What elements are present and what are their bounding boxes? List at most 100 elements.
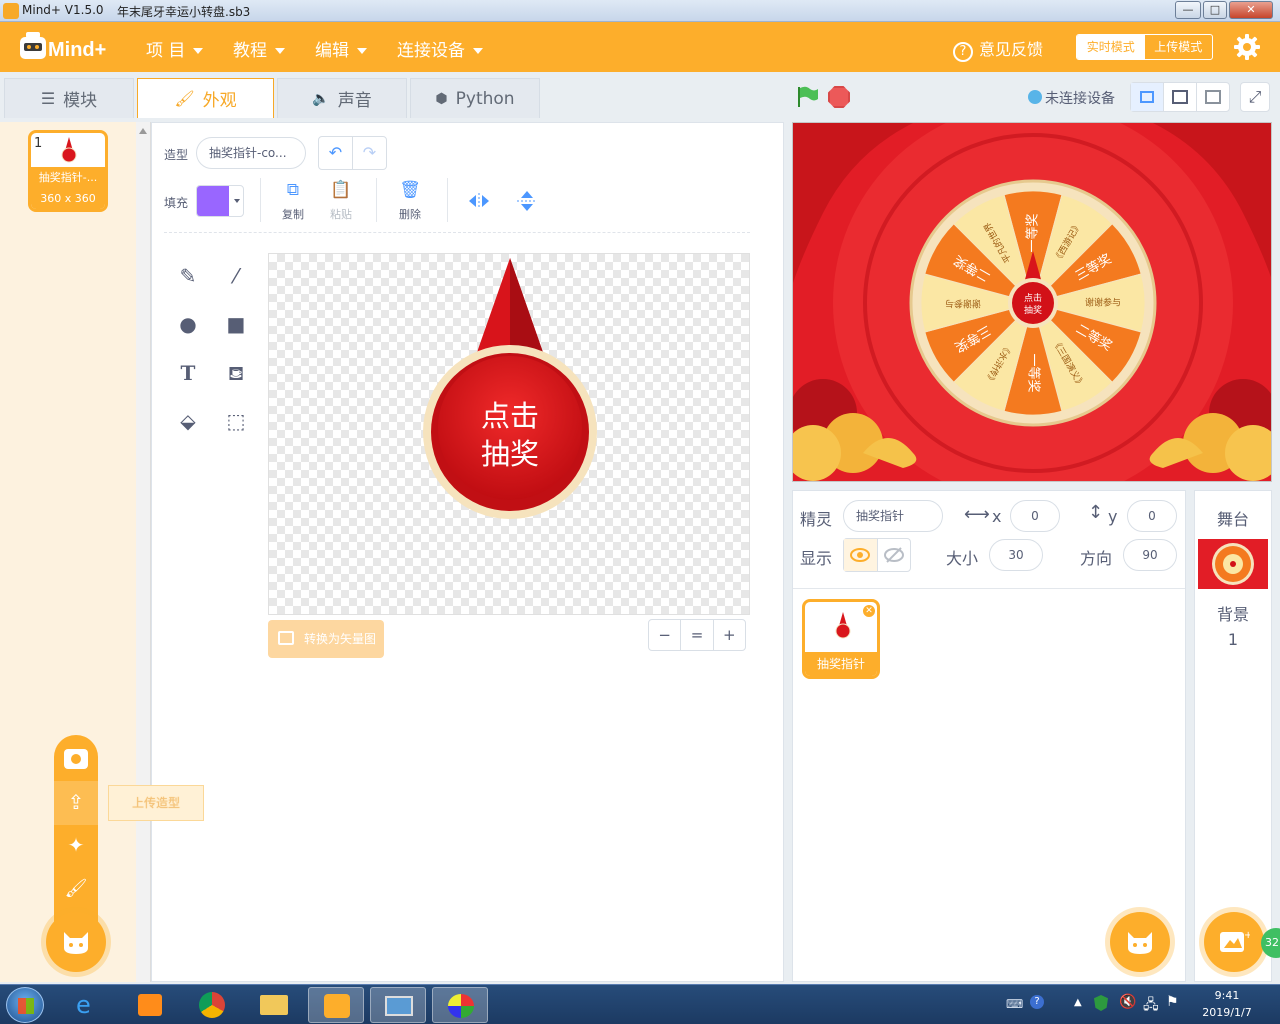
menu-edit[interactable]: 编辑 bbox=[315, 36, 367, 61]
text-tool-icon[interactable]: T bbox=[175, 360, 201, 386]
blocks-icon: ☰ bbox=[40, 89, 56, 108]
fullscreen-button[interactable]: ⤢ bbox=[1240, 82, 1270, 112]
fill-color-swatch bbox=[197, 186, 229, 216]
fullscreen-icon: ⤢ bbox=[1248, 87, 1262, 106]
redo-icon[interactable]: ↷ bbox=[353, 137, 386, 169]
tray-expand-icon[interactable]: ▲ bbox=[1074, 997, 1082, 1008]
zoom-out-button[interactable]: − bbox=[649, 620, 682, 650]
size-input[interactable]: 30 bbox=[989, 539, 1043, 571]
divider bbox=[447, 178, 448, 222]
menu-tutorial-label: 教程 bbox=[233, 41, 267, 61]
taskbar-explorer[interactable] bbox=[246, 987, 302, 1023]
x-label: x bbox=[992, 507, 1002, 526]
volume-muted-icon[interactable]: 🔇 bbox=[1119, 994, 1136, 1010]
help-icon[interactable]: ? bbox=[1030, 995, 1044, 1009]
camera-icon[interactable] bbox=[64, 749, 88, 769]
sprite-name-input[interactable]: 抽奖指针 bbox=[843, 500, 943, 532]
large-stage-button[interactable] bbox=[1197, 83, 1229, 111]
stop-icon[interactable] bbox=[828, 86, 850, 108]
shield-icon[interactable] bbox=[1094, 995, 1108, 1011]
fill-color-picker[interactable] bbox=[196, 185, 244, 217]
keyboard-icon[interactable]: ⌨ bbox=[1006, 997, 1023, 1011]
sparkle-icon[interactable]: ✦ bbox=[64, 833, 88, 857]
clock-time[interactable]: 9:41 bbox=[1196, 989, 1258, 1002]
y-arrows-icon: ↕ bbox=[1088, 502, 1104, 523]
costume-label: 造型 bbox=[164, 148, 189, 162]
circle-tool-icon[interactable]: ● bbox=[175, 311, 201, 337]
x-input[interactable]: 0 bbox=[1010, 500, 1060, 532]
windows-logo-icon bbox=[18, 998, 34, 1014]
mode-upload-button[interactable]: 上传模式 bbox=[1145, 35, 1213, 59]
flip-vertical-icon[interactable] bbox=[516, 190, 538, 212]
eraser-tool-icon[interactable]: ⬙ bbox=[175, 408, 201, 434]
costume-list-scrollbar[interactable] bbox=[136, 122, 151, 982]
choose-sprite-button[interactable] bbox=[1110, 912, 1170, 972]
flip-horizontal-icon[interactable] bbox=[468, 192, 490, 210]
fill-bucket-tool-icon[interactable]: ⛾ bbox=[223, 360, 249, 386]
zoom-in-button[interactable]: + bbox=[714, 620, 745, 650]
upload-costume-button[interactable]: ⇪ bbox=[54, 781, 98, 825]
y-input[interactable]: 0 bbox=[1127, 500, 1177, 532]
minimize-button[interactable]: — bbox=[1175, 1, 1201, 19]
normal-stage-button[interactable] bbox=[1164, 83, 1197, 111]
choose-costume-button[interactable] bbox=[46, 912, 106, 972]
hide-button[interactable] bbox=[878, 539, 911, 571]
maximize-button[interactable]: □ bbox=[1203, 1, 1227, 19]
costume-thumbnail[interactable]: 1 抽奖指针-... 360 x 360 bbox=[28, 130, 108, 212]
feedback-link[interactable]: ? 意见反馈 bbox=[953, 36, 1043, 62]
undo-icon[interactable]: ↶ bbox=[319, 137, 353, 169]
menu-edit-label: 编辑 bbox=[315, 41, 349, 61]
upload-costume-tooltip: 上传造型 bbox=[108, 785, 204, 821]
tab-blocks[interactable]: ☰ 模块 bbox=[4, 78, 134, 118]
start-button[interactable] bbox=[6, 987, 44, 1023]
taskbar-mindplus[interactable] bbox=[308, 987, 364, 1023]
paste-button[interactable]: 📋 粘贴 bbox=[329, 180, 353, 222]
taskbar-paint[interactable] bbox=[432, 987, 488, 1023]
paint-canvas[interactable]: 点击 抽奖 bbox=[268, 253, 750, 615]
menu-tutorial[interactable]: 教程 bbox=[233, 36, 285, 61]
chevron-down-icon bbox=[357, 48, 367, 54]
taskbar-photos[interactable] bbox=[370, 987, 426, 1023]
select-tool-icon[interactable]: ⬚ bbox=[223, 408, 249, 434]
brush-tool-icon[interactable]: ✎ bbox=[175, 263, 201, 289]
taskbar-ie[interactable]: e bbox=[62, 987, 118, 1023]
green-flag-icon[interactable] bbox=[796, 86, 820, 108]
backdrop-thumbnail[interactable] bbox=[1198, 539, 1268, 589]
small-stage-button[interactable] bbox=[1131, 83, 1164, 111]
line-tool-icon[interactable]: ⁄ bbox=[223, 263, 249, 289]
wheel-segment-label: 谢谢参与 bbox=[945, 298, 981, 310]
close-button[interactable]: ✕ bbox=[1229, 1, 1273, 19]
tab-python[interactable]: ⬢ Python bbox=[410, 78, 540, 118]
device-status-dot-icon bbox=[1028, 90, 1042, 104]
costume-name-input[interactable]: 抽奖指针-co... bbox=[196, 137, 306, 169]
menu-project[interactable]: 项 目 bbox=[146, 36, 204, 61]
delete-sprite-close-icon[interactable]: ✕ bbox=[861, 603, 877, 619]
delete-button[interactable]: 🗑 删除 bbox=[397, 180, 423, 222]
direction-input[interactable]: 90 bbox=[1123, 539, 1177, 571]
sprite-thumbnail-image bbox=[835, 612, 851, 639]
rectangle-tool-icon[interactable]: ■ bbox=[223, 311, 249, 337]
taskbar-chrome[interactable] bbox=[184, 987, 240, 1023]
pointer-text-line1: 点击 bbox=[481, 399, 539, 433]
menu-connect-device[interactable]: 连接设备 bbox=[397, 36, 483, 61]
flag-notification-icon[interactable]: ⚑ bbox=[1166, 994, 1179, 1010]
network-icon[interactable]: 🖧 bbox=[1143, 994, 1159, 1018]
ie-icon: e bbox=[76, 991, 91, 1019]
delete-label: 删除 bbox=[399, 208, 421, 221]
taskbar-media[interactable] bbox=[122, 987, 178, 1023]
convert-to-vector-button[interactable]: 转换为矢量图 bbox=[268, 620, 384, 658]
choose-backdrop-button[interactable]: + bbox=[1204, 912, 1264, 972]
tab-costumes[interactable]: 🖌 外观 bbox=[137, 78, 274, 118]
copy-button[interactable]: ⧉ 复制 bbox=[281, 180, 305, 222]
gear-icon[interactable] bbox=[1233, 33, 1261, 61]
clock-date[interactable]: 2019/1/7 bbox=[1196, 1006, 1258, 1019]
mode-realtime-button[interactable]: 实时模式 bbox=[1077, 35, 1145, 59]
zoom-reset-button[interactable]: = bbox=[681, 620, 714, 650]
paint-brush-icon[interactable]: 🖌 bbox=[64, 877, 88, 901]
copy-icon: ⧉ bbox=[286, 180, 300, 200]
stage[interactable]: 一等奖 《西游记》 三等奖 谢谢参与 二等奖 《三国演义》 一等奖 《水浒传》 三等奖 谢谢参与二… bbox=[792, 122, 1272, 482]
show-button[interactable] bbox=[844, 539, 878, 571]
tab-blocks-label: 模块 bbox=[63, 91, 98, 111]
tab-sounds[interactable]: 🔈 声音 bbox=[277, 78, 407, 118]
scroll-up-arrow-icon[interactable] bbox=[139, 128, 147, 134]
